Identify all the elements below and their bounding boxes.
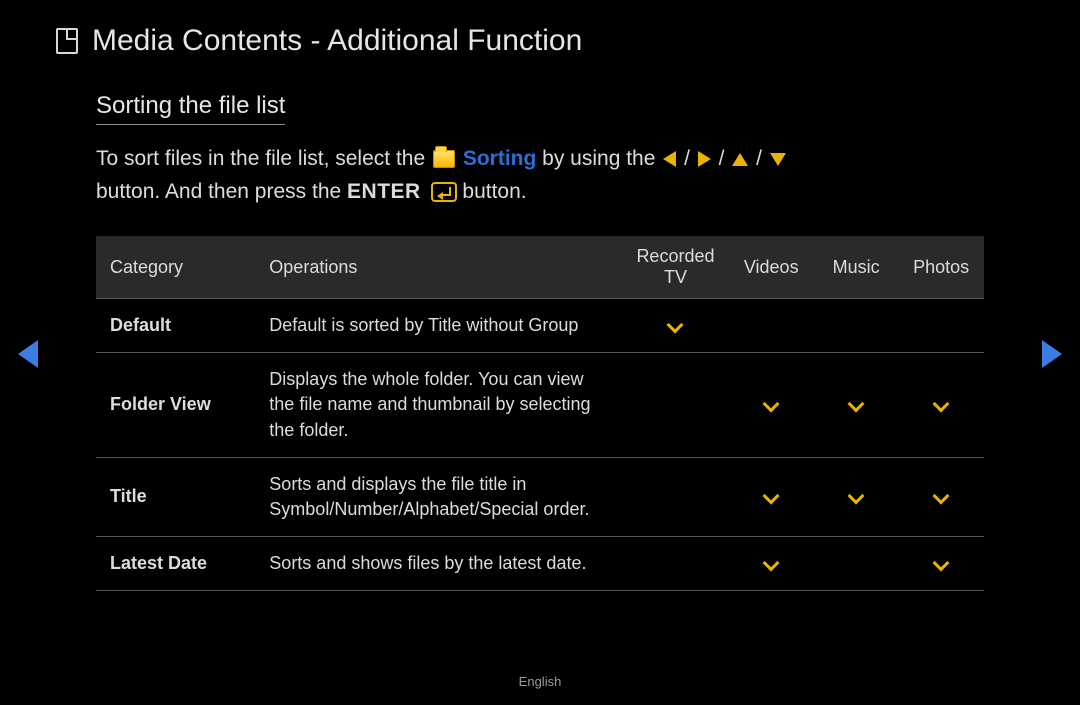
arrow-down-icon bbox=[770, 153, 786, 166]
arrow-left-icon bbox=[663, 151, 676, 167]
cell-mark bbox=[622, 457, 728, 536]
table-header-row: Category Operations Recorded TV Videos M… bbox=[96, 236, 984, 299]
nav-prev-icon[interactable] bbox=[18, 340, 38, 368]
sorting-table: Category Operations Recorded TV Videos M… bbox=[96, 236, 984, 591]
intro-text: To sort files in the file list, select t… bbox=[96, 143, 984, 208]
intro-part1: To sort files in the file list, select t… bbox=[96, 147, 431, 170]
check-icon bbox=[763, 396, 780, 413]
th-operations: Operations bbox=[255, 236, 622, 299]
cell-operation: Sorts and displays the file title in Sym… bbox=[255, 457, 622, 536]
cell-mark bbox=[898, 457, 984, 536]
check-icon bbox=[848, 488, 865, 505]
cell-mark bbox=[728, 537, 813, 591]
page-icon bbox=[56, 28, 78, 54]
cell-operation: Displays the whole folder. You can view … bbox=[255, 353, 622, 458]
cell-mark bbox=[622, 537, 728, 591]
enter-label: ENTER bbox=[347, 180, 421, 203]
cell-mark bbox=[622, 353, 728, 458]
th-category: Category bbox=[96, 236, 255, 299]
cell-mark bbox=[728, 457, 813, 536]
sorting-label: Sorting bbox=[463, 147, 537, 170]
enter-icon bbox=[431, 182, 457, 202]
cell-category: Folder View bbox=[96, 353, 255, 458]
th-videos: Videos bbox=[728, 236, 813, 299]
cell-mark bbox=[898, 537, 984, 591]
cell-mark bbox=[898, 353, 984, 458]
section-subtitle: Sorting the file list bbox=[96, 92, 285, 125]
nav-next-icon[interactable] bbox=[1042, 340, 1062, 368]
cell-mark bbox=[622, 299, 728, 353]
check-icon bbox=[933, 488, 950, 505]
cell-mark bbox=[814, 299, 898, 353]
folder-icon bbox=[433, 150, 455, 168]
page-title-text: Media Contents - Additional Function bbox=[92, 24, 582, 58]
check-icon bbox=[933, 555, 950, 572]
cell-mark bbox=[898, 299, 984, 353]
cell-mark bbox=[728, 299, 813, 353]
cell-category: Title bbox=[96, 457, 255, 536]
check-icon bbox=[933, 396, 950, 413]
cell-mark bbox=[814, 457, 898, 536]
th-music: Music bbox=[814, 236, 898, 299]
cell-category: Latest Date bbox=[96, 537, 255, 591]
check-icon bbox=[848, 396, 865, 413]
th-recorded-tv: Recorded TV bbox=[622, 236, 728, 299]
cell-mark bbox=[728, 353, 813, 458]
th-photos: Photos bbox=[898, 236, 984, 299]
check-icon bbox=[667, 317, 684, 334]
arrow-right-icon bbox=[698, 151, 711, 167]
table-row: Latest DateSorts and shows files by the … bbox=[96, 537, 984, 591]
cell-mark bbox=[814, 353, 898, 458]
intro-part2: by using the bbox=[542, 147, 661, 170]
intro-part4: button. bbox=[462, 180, 526, 203]
arrow-up-icon bbox=[732, 153, 748, 166]
check-icon bbox=[763, 555, 780, 572]
sep2: / bbox=[719, 147, 731, 170]
page-title: Media Contents - Additional Function bbox=[0, 0, 1080, 58]
table-row: DefaultDefault is sorted by Title withou… bbox=[96, 299, 984, 353]
table-row: Folder ViewDisplays the whole folder. Yo… bbox=[96, 353, 984, 458]
cell-operation: Default is sorted by Title without Group bbox=[255, 299, 622, 353]
sep3: / bbox=[756, 147, 768, 170]
cell-category: Default bbox=[96, 299, 255, 353]
cell-operation: Sorts and shows files by the latest date… bbox=[255, 537, 622, 591]
intro-part3: button. And then press the bbox=[96, 180, 347, 203]
check-icon bbox=[763, 488, 780, 505]
table-row: TitleSorts and displays the file title i… bbox=[96, 457, 984, 536]
cell-mark bbox=[814, 537, 898, 591]
sep1: / bbox=[684, 147, 696, 170]
footer-language: English bbox=[0, 674, 1080, 689]
